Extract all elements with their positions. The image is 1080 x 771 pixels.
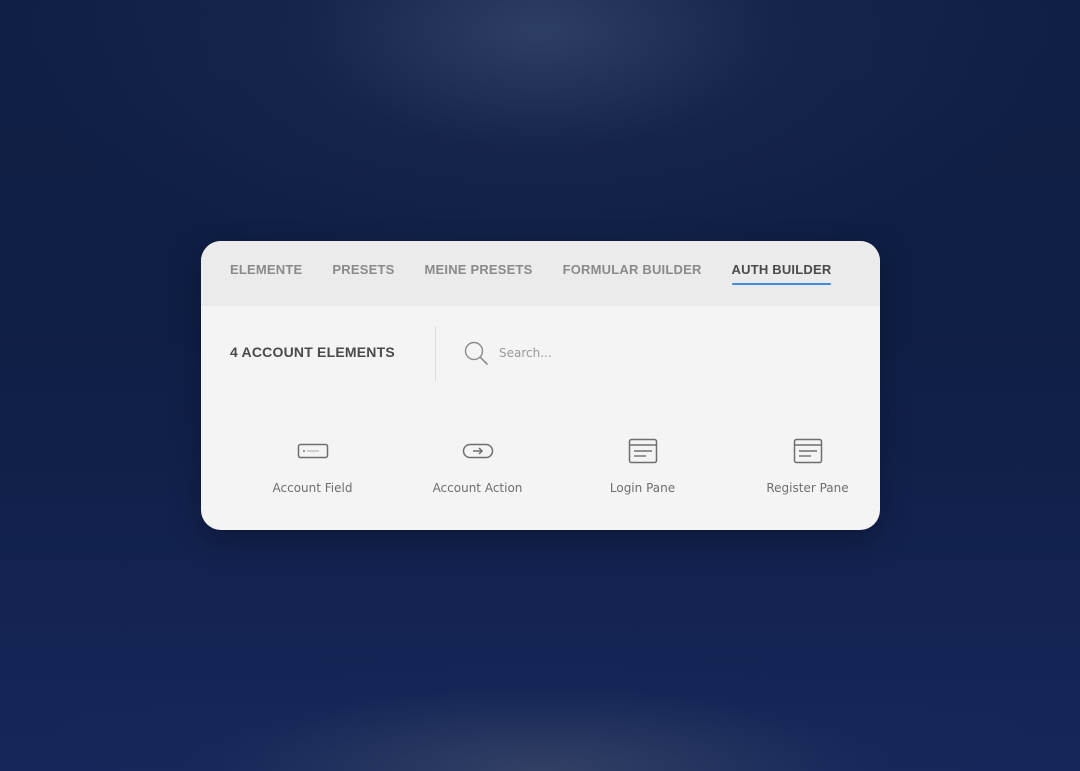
- tab-elemente[interactable]: ELEMENTE: [230, 241, 302, 285]
- form-pane-icon: [793, 438, 822, 464]
- toolbar-divider: [435, 326, 436, 381]
- element-label: Login Pane: [609, 481, 676, 495]
- action-button-icon: [462, 443, 493, 459]
- element-account-field[interactable]: Account Field: [230, 431, 395, 501]
- input-field-icon: [297, 443, 328, 459]
- element-grid: Account Field Account Action Login Pane: [230, 431, 880, 501]
- tab-bar: ELEMENTE PRESETS MEINE PRESETS FORMULAR …: [201, 241, 880, 306]
- element-label: Account Field: [272, 481, 353, 495]
- search-box: [463, 340, 679, 366]
- form-pane-icon: [628, 438, 657, 464]
- tab-auth-builder[interactable]: AUTH BUILDER: [731, 241, 832, 285]
- element-picker-panel: ELEMENTE PRESETS MEINE PRESETS FORMULAR …: [201, 241, 880, 530]
- element-register-pane[interactable]: Register Pane: [725, 431, 880, 501]
- element-account-action[interactable]: Account Action: [395, 431, 560, 501]
- search-icon[interactable]: [463, 340, 489, 366]
- element-label: Account Action: [432, 481, 523, 495]
- element-label: Register Pane: [766, 481, 849, 495]
- tab-meine-presets[interactable]: MEINE PRESETS: [424, 241, 532, 285]
- tab-presets[interactable]: PRESETS: [332, 241, 394, 285]
- element-count-title: 4 ACCOUNT ELEMENTS: [230, 344, 395, 360]
- element-toolbar: 4 ACCOUNT ELEMENTS: [201, 306, 880, 401]
- tab-formular-builder[interactable]: FORMULAR BUILDER: [563, 241, 702, 285]
- search-input[interactable]: [499, 346, 679, 360]
- element-login-pane[interactable]: Login Pane: [560, 431, 725, 501]
